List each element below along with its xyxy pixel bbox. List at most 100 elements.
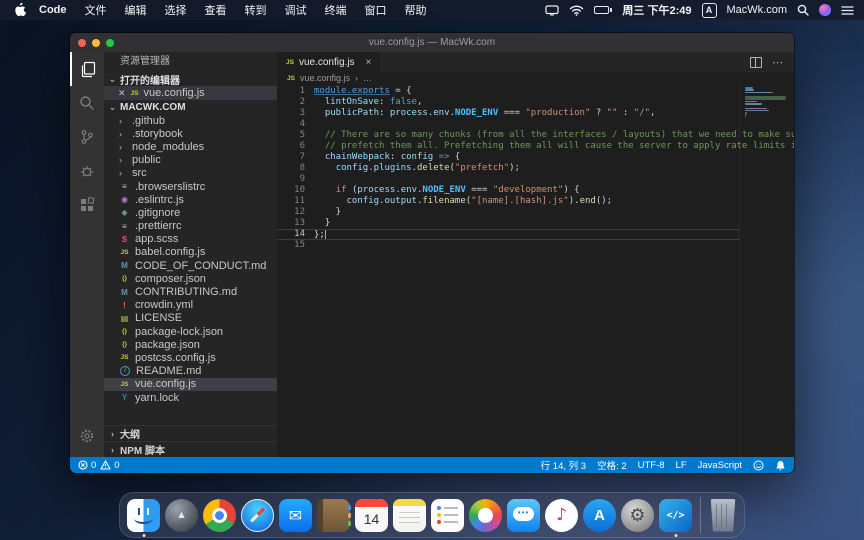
calendar-dock-icon[interactable]: 14 (355, 499, 388, 532)
code-line-11[interactable]: 11 config.output.filename("[name].[hash]… (277, 196, 794, 207)
tree-item-contributing-md[interactable]: MCONTRIBUTING.md (104, 285, 277, 298)
close-icon[interactable]: ✕ (118, 88, 126, 99)
launchpad-dock-icon[interactable] (165, 499, 198, 532)
tree-item-postcss-config-js[interactable]: JSpostcss.config.js (104, 351, 277, 364)
menu-[interactable]: 转到 (236, 2, 276, 18)
code-line-7[interactable]: 7 chainWebpack: config => { (277, 152, 794, 163)
mail-dock-icon[interactable] (279, 499, 312, 532)
tab-close-icon[interactable]: × (366, 57, 372, 68)
extensions-icon[interactable] (70, 188, 104, 222)
menu-[interactable]: 选择 (156, 2, 196, 18)
trash-dock-icon[interactable] (709, 499, 737, 532)
encoding-status[interactable]: UTF-8 (638, 460, 665, 471)
language-mode-status[interactable]: JavaScript (698, 460, 742, 471)
notification-center-icon[interactable] (841, 5, 854, 16)
notifications-bell-icon[interactable] (775, 460, 786, 471)
window-titlebar[interactable]: vue.config.js — MacWk.com (70, 33, 794, 52)
tree-item-package-json[interactable]: {}package.json (104, 338, 277, 351)
outline-section[interactable]: › 大纲 (104, 425, 277, 441)
appstore-dock-icon[interactable] (583, 499, 616, 532)
tree-item-browserslistrc[interactable]: ≡.browserslistrc (104, 180, 277, 193)
warnings-status[interactable]: 0 (100, 460, 119, 471)
explorer-icon[interactable] (70, 52, 104, 86)
code-line-13[interactable]: 13 } (277, 218, 794, 229)
code-line-1[interactable]: 1module.exports = { (277, 86, 794, 97)
code-line-8[interactable]: 8 config.plugins.delete("prefetch"); (277, 163, 794, 174)
safari-dock-icon[interactable] (241, 499, 274, 532)
tree-item-gitignore[interactable]: ◆.gitignore (104, 206, 277, 219)
code-line-5[interactable]: 5 // There are so many chunks (from all … (277, 130, 794, 141)
menu-[interactable]: 编辑 (116, 2, 156, 18)
tree-item-babel-config-js[interactable]: JSbabel.config.js (104, 246, 277, 259)
code-line-12[interactable]: 12 } (277, 207, 794, 218)
tree-item-readme-md[interactable]: iREADME.md (104, 365, 277, 378)
apple-menu[interactable] (10, 3, 30, 17)
siri-icon[interactable] (819, 4, 831, 16)
feedback-smiley-icon[interactable] (753, 460, 764, 471)
preferences-dock-icon[interactable] (621, 499, 654, 532)
menu-[interactable]: 窗口 (356, 2, 396, 18)
tree-item-src[interactable]: ›src (104, 167, 277, 180)
zoom-window-button[interactable] (106, 39, 114, 47)
open-editors-section[interactable]: ⌄ 打开的编辑器 (104, 72, 277, 86)
open-editor-item[interactable]: ✕ JS vue.config.js (104, 86, 277, 100)
menu-[interactable]: 调试 (276, 2, 316, 18)
eol-status[interactable]: LF (676, 460, 687, 471)
npm-scripts-section[interactable]: › NPM 脚本 (104, 441, 277, 457)
tree-item-public[interactable]: ›public (104, 154, 277, 167)
code-line-2[interactable]: 2 lintOnSave: false, (277, 97, 794, 108)
tree-item-crowdin-yml[interactable]: !crowdin.yml (104, 299, 277, 312)
breadcrumb[interactable]: JS vue.config.js › … (277, 72, 794, 84)
reminders-dock-icon[interactable] (431, 499, 464, 532)
input-method-icon[interactable]: A (702, 3, 717, 18)
menu-[interactable]: 帮助 (396, 2, 436, 18)
code-line-9[interactable]: 9 (277, 174, 794, 185)
menu-[interactable]: 查看 (196, 2, 236, 18)
close-window-button[interactable] (78, 39, 86, 47)
wifi-icon[interactable] (569, 5, 584, 16)
tree-item-yarn-lock[interactable]: Yyarn.lock (104, 391, 277, 404)
menubar-status-label[interactable]: MacWk.com (727, 4, 788, 16)
chrome-dock-icon[interactable] (203, 499, 236, 532)
battery-icon[interactable] (594, 6, 612, 14)
cursor-position-status[interactable]: 行 14, 列 3 (541, 458, 586, 472)
code-line-14[interactable]: 14}; (277, 229, 740, 240)
notes-dock-icon[interactable] (393, 499, 426, 532)
tab-vue-config-js[interactable]: JS vue.config.js × (277, 52, 380, 72)
tree-item-composer-json[interactable]: {}composer.json (104, 272, 277, 285)
tree-item-node-modules[interactable]: ›node_modules (104, 140, 277, 153)
menu-[interactable]: 文件 (76, 2, 116, 18)
contacts-dock-icon[interactable] (317, 499, 350, 532)
errors-status[interactable]: 0 (78, 460, 96, 471)
photos-dock-icon[interactable] (469, 499, 502, 532)
tree-item-eslintrc-js[interactable]: ◉.eslintrc.js (104, 193, 277, 206)
menubar-clock[interactable]: 周三 下午2:49 (622, 2, 691, 18)
code-editor[interactable]: 1module.exports = {2 lintOnSave: false,3… (277, 84, 794, 457)
menu-app-name[interactable]: Code (30, 4, 76, 16)
minimize-window-button[interactable] (92, 39, 100, 47)
manage-gear-icon[interactable] (70, 419, 104, 453)
vscode-dock-icon[interactable] (659, 499, 692, 532)
source-control-icon[interactable] (70, 120, 104, 154)
finder-dock-icon[interactable] (127, 499, 160, 532)
tree-item-code-of-conduct-md[interactable]: MCODE_OF_CONDUCT.md (104, 259, 277, 272)
more-actions-icon[interactable]: ⋯ (772, 56, 784, 69)
tree-item-prettierrc[interactable]: ≡.prettierrc (104, 220, 277, 233)
tree-item-vue-config-js[interactable]: JSvue.config.js (104, 378, 277, 391)
tree-item-package-lock-json[interactable]: {}package-lock.json (104, 325, 277, 338)
code-line-15[interactable]: 15 (277, 240, 794, 251)
messages-dock-icon[interactable] (507, 499, 540, 532)
code-line-6[interactable]: 6 // prefetch them all. Prefetching them… (277, 141, 794, 152)
debug-icon[interactable] (70, 154, 104, 188)
tree-item-license[interactable]: ▤LICENSE (104, 312, 277, 325)
tree-item-storybook[interactable]: ›.storybook (104, 127, 277, 140)
menu-[interactable]: 终端 (316, 2, 356, 18)
search-icon[interactable] (797, 4, 809, 16)
code-line-10[interactable]: 10 if (process.env.NODE_ENV === "develop… (277, 185, 794, 196)
search-view-icon[interactable] (70, 86, 104, 120)
split-editor-icon[interactable] (750, 57, 762, 68)
tree-item-app-scss[interactable]: Sapp.scss (104, 233, 277, 246)
code-line-3[interactable]: 3 publicPath: process.env.NODE_ENV === "… (277, 108, 794, 119)
project-section-header[interactable]: ⌄ MACWK.COM (104, 100, 277, 114)
code-line-4[interactable]: 4 (277, 119, 794, 130)
